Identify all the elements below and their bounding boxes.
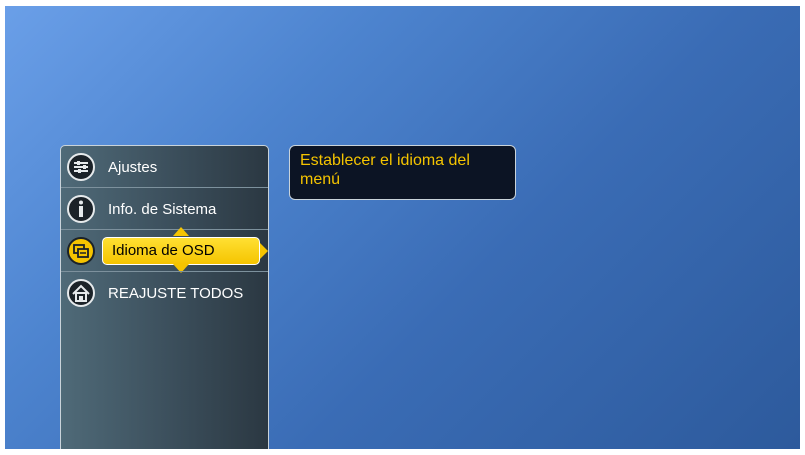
menu-item-label: REAJUSTE TODOS xyxy=(108,284,244,302)
language-icon xyxy=(66,236,96,266)
menu-item-label: Ajustes xyxy=(108,158,158,176)
menu-item-info-sistema[interactable]: Info. de Sistema xyxy=(61,188,268,230)
osd-menu-panel: Ajustes Info. de Sistema Idioma de OSD R… xyxy=(60,145,269,449)
menu-item-ajustes[interactable]: Ajustes xyxy=(61,146,268,188)
menu-item-label: Info. de Sistema xyxy=(108,200,217,218)
help-tooltip: Establecer el idioma del menú xyxy=(289,145,516,200)
sliders-icon xyxy=(66,152,96,182)
home-icon xyxy=(66,278,96,308)
info-icon xyxy=(66,194,96,224)
arrow-up-icon xyxy=(173,227,189,236)
menu-item-label-selected: Idioma de OSD xyxy=(102,237,260,265)
tooltip-text: Establecer el idioma del menú xyxy=(300,152,470,188)
menu-item-idioma-osd[interactable]: Idioma de OSD xyxy=(61,227,268,273)
menu-item-reajuste-todos[interactable]: REAJUSTE TODOS xyxy=(61,272,268,314)
arrow-right-icon xyxy=(260,243,268,259)
osd-screen: Ajustes Info. de Sistema Idioma de OSD R… xyxy=(5,6,800,449)
